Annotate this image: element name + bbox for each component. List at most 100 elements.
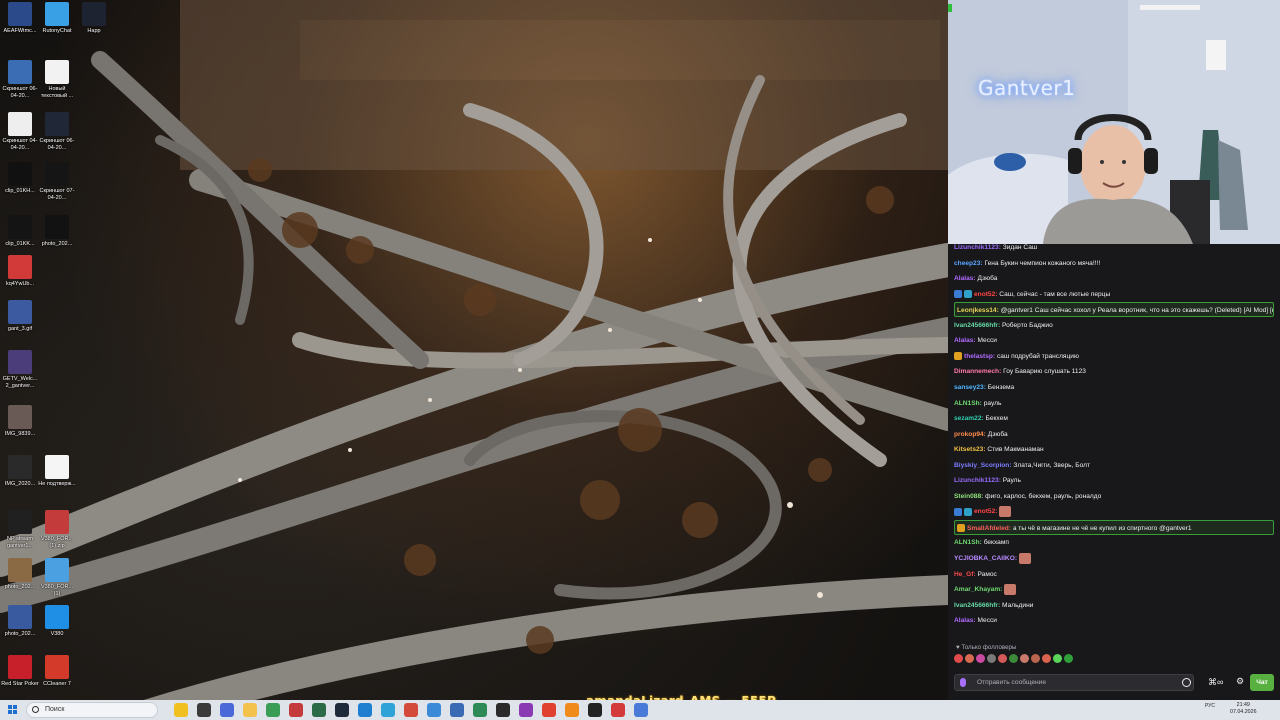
app-obs-icon[interactable]: [496, 703, 510, 717]
widgets-icon[interactable]: [174, 703, 188, 717]
app-blue-icon[interactable]: [358, 703, 372, 717]
start-button[interactable]: [8, 705, 18, 715]
emote-icon[interactable]: [1064, 654, 1073, 663]
chat-emote-icon[interactable]: [1004, 583, 1017, 595]
emoji-picker-icon[interactable]: [1182, 678, 1191, 687]
desktop-icon[interactable]: NP stream gantver1...: [1, 510, 39, 549]
keyboard-language[interactable]: РУС: [1205, 703, 1215, 709]
app-green2-icon[interactable]: [473, 703, 487, 717]
chat-send-button[interactable]: Чат: [1250, 674, 1274, 691]
chat-username[interactable]: ALN1Sh:: [954, 400, 982, 407]
chat-badge-icon[interactable]: [954, 507, 962, 516]
app-p-icon[interactable]: [588, 703, 602, 717]
emote-icon[interactable]: [998, 654, 1007, 663]
chat-badge-icon[interactable]: [954, 352, 962, 361]
emote-bar[interactable]: [954, 654, 1075, 666]
chat-username[interactable]: SmallAfdeled:: [967, 525, 1011, 532]
emote-icon[interactable]: [1031, 654, 1040, 663]
explorer-icon[interactable]: [243, 703, 257, 717]
app-dark-icon[interactable]: [335, 703, 349, 717]
desktop-icon[interactable]: IMG_2020...: [1, 455, 39, 488]
desktop-icon[interactable]: photo_202...: [1, 605, 39, 638]
chat-badge-icon[interactable]: [964, 507, 972, 516]
desktop-icon[interactable]: RutonyChat: [38, 2, 76, 35]
chat-username[interactable]: Alalas:: [954, 275, 976, 282]
gear-icon[interactable]: ⚙: [1236, 676, 1244, 687]
desktop-icon[interactable]: V380: [38, 605, 76, 638]
desktop-icon[interactable]: Скриншот 07-04-20...: [38, 162, 76, 201]
chat-username[interactable]: thelastsp:: [964, 353, 995, 360]
emote-icon[interactable]: [954, 654, 963, 663]
desktop-icon[interactable]: clip_01KH...: [1, 162, 39, 195]
chat-username[interactable]: Ivan245666hfr:: [954, 322, 1000, 329]
desktop-icon[interactable]: V380_FOR... (1).zip: [38, 510, 76, 549]
chat-badge-icon[interactable]: [964, 289, 972, 298]
taskbar-search-box[interactable]: Поиск: [26, 702, 158, 718]
chat-message-input[interactable]: [954, 674, 1194, 691]
app-blue2-icon[interactable]: [634, 703, 648, 717]
app-yandex-icon[interactable]: [542, 703, 556, 717]
chat-username[interactable]: Dimannemech:: [954, 368, 1001, 375]
task-view-icon[interactable]: [197, 703, 211, 717]
desktop-icon[interactable]: Скриншот 06-04-20...: [38, 112, 76, 151]
desktop-icon[interactable]: Скриншот 06-04-20...: [1, 60, 39, 99]
desktop-icon[interactable]: Новый текстовый ...: [38, 60, 76, 99]
chat-username[interactable]: Biyskiy_Scorpion:: [954, 462, 1012, 469]
chat-username[interactable]: Lizunchik1123:: [954, 244, 1001, 251]
chat-username[interactable]: Alalas:: [954, 337, 976, 344]
emote-icon[interactable]: [1009, 654, 1018, 663]
chat-username[interactable]: sansey23:: [954, 384, 986, 391]
chat-username[interactable]: Ivan245666hfr:: [954, 602, 1000, 609]
chat-mic-icon[interactable]: [960, 678, 966, 687]
chat-username[interactable]: He_Gf:: [954, 571, 976, 578]
desktop-icon[interactable]: Red Star Poker: [1, 655, 39, 688]
chat-username[interactable]: Leonjkess14:: [957, 307, 999, 314]
system-clock[interactable]: 21:49 07.04.2026: [1230, 702, 1257, 716]
chat-username[interactable]: Stein088:: [954, 493, 983, 500]
chat-badge-icon[interactable]: [954, 289, 962, 298]
app-chrome-red-icon[interactable]: [404, 703, 418, 717]
emote-icon[interactable]: [1020, 654, 1029, 663]
desktop-icon[interactable]: V380_FOR... (1): [38, 558, 76, 597]
chat-username[interactable]: enot52:: [974, 291, 997, 298]
chat-username[interactable]: sezam22:: [954, 415, 984, 422]
emote-icon[interactable]: [1053, 654, 1062, 663]
desktop-icon[interactable]: CCleaner 7: [38, 655, 76, 688]
app-green-icon[interactable]: [266, 703, 280, 717]
app-purple-icon[interactable]: [519, 703, 533, 717]
app-edge-icon[interactable]: [381, 703, 395, 717]
chat-username[interactable]: enot52:: [974, 508, 997, 515]
chat-username[interactable]: ALN1Sh:: [954, 539, 982, 546]
app-chrome-icon[interactable]: [427, 703, 441, 717]
desktop-icon[interactable]: Не подтверж...: [38, 455, 76, 488]
app-red-icon[interactable]: [611, 703, 625, 717]
emote-icon[interactable]: [1042, 654, 1051, 663]
chat-emote-icon[interactable]: [999, 506, 1012, 518]
desktop-icon[interactable]: photo_202...: [38, 215, 76, 248]
chat-username[interactable]: prokop94:: [954, 431, 986, 438]
emote-icon[interactable]: [965, 654, 974, 663]
teams-icon[interactable]: [220, 703, 234, 717]
desktop-icon[interactable]: Happ: [75, 2, 113, 35]
bits-icon[interactable]: ⌘∞: [1208, 677, 1223, 688]
chat-username[interactable]: cheep23:: [954, 260, 983, 267]
chat-emote-icon[interactable]: [1018, 552, 1031, 564]
chat-username[interactable]: Amar_Khayam:: [954, 586, 1002, 593]
desktop-icon[interactable]: GETV_Welc... 2_gantver...: [1, 350, 39, 389]
desktop-icon[interactable]: AEAFWtmc...: [1, 2, 39, 35]
desktop-icon[interactable]: photo_202...: [1, 558, 39, 591]
chat-username[interactable]: Alalas:: [954, 617, 976, 624]
desktop-icon[interactable]: gant_3.gif: [1, 300, 39, 333]
desktop-icon[interactable]: kq4YwUb...: [1, 255, 39, 288]
desktop-icon[interactable]: Скриншот 04-04-20...: [1, 112, 39, 151]
app-notepad-icon[interactable]: [450, 703, 464, 717]
desktop-icon[interactable]: IMG_9839...: [1, 405, 39, 438]
chat-username[interactable]: Kitsets23:: [954, 446, 986, 453]
chat-username[interactable]: YCJIOBKA_CAIIKO:: [954, 555, 1017, 562]
app-64-icon[interactable]: [289, 703, 303, 717]
chat-username[interactable]: Lizunchik1123:: [954, 477, 1001, 484]
app-terminal-icon[interactable]: [312, 703, 326, 717]
desktop-icon[interactable]: clip_01KK...: [1, 215, 39, 248]
emote-icon[interactable]: [987, 654, 996, 663]
chat-badge-icon[interactable]: [957, 524, 965, 533]
